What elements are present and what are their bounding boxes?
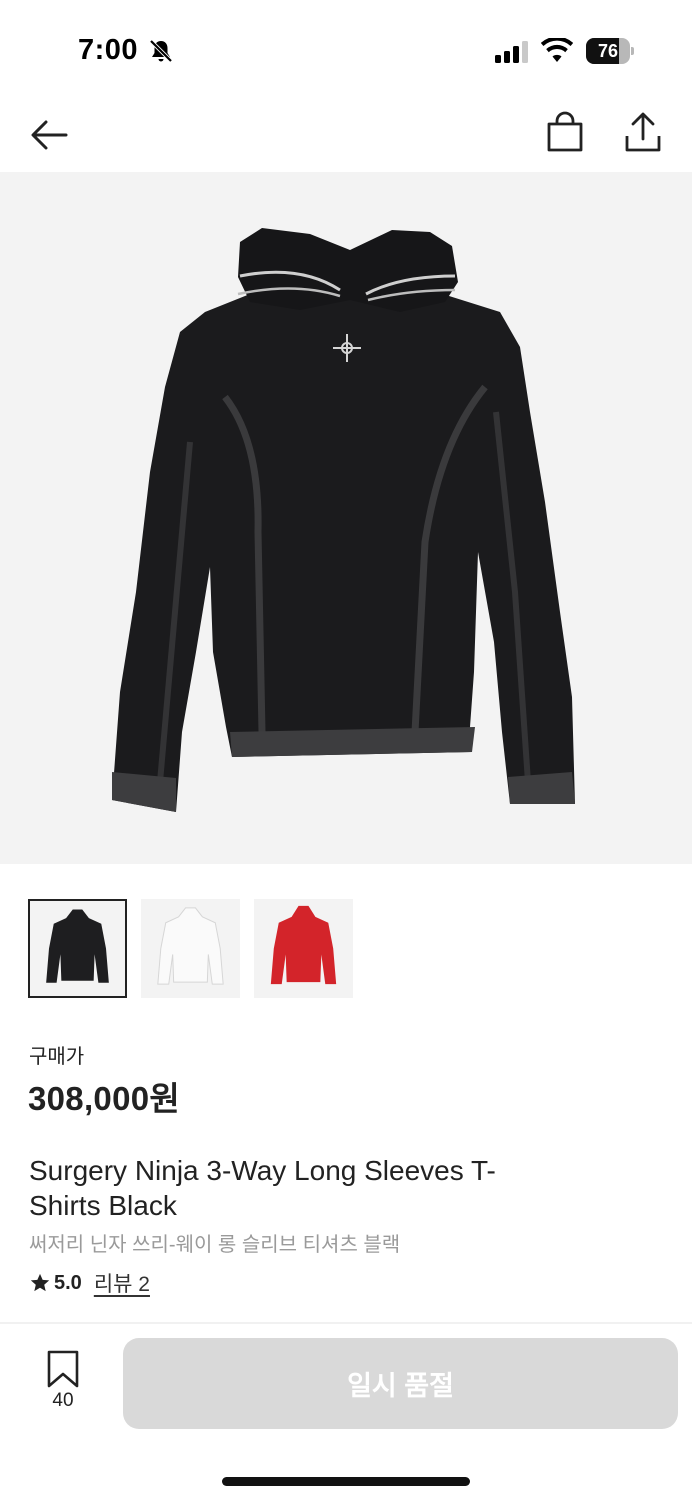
thumbnail-white[interactable] — [141, 899, 240, 998]
thumbnail-black[interactable] — [28, 899, 127, 998]
status-time: 7:00 — [78, 34, 139, 66]
review-link[interactable]: 리뷰 2 — [94, 1268, 150, 1298]
share-icon[interactable] — [622, 110, 664, 156]
product-title-en: Surgery Ninja 3-Way Long Sleeves T-Shirt… — [29, 1155, 496, 1221]
thumbnail-red[interactable] — [254, 899, 353, 998]
product-rating: 5.0 리뷰 2 — [29, 1268, 150, 1298]
sold-out-button[interactable]: 일시 품절 — [123, 1338, 678, 1429]
bell-slash-icon — [149, 39, 173, 63]
product-price: 308,000원 — [28, 1080, 181, 1117]
status-bar: 7:00 76 — [0, 0, 692, 100]
bookmark-count: 40 — [52, 1390, 74, 1411]
top-nav-bar — [0, 100, 692, 172]
star-icon — [30, 1273, 50, 1292]
battery-icon: 76 — [586, 38, 634, 64]
bookmark-icon — [47, 1350, 79, 1388]
battery-level: 76 — [597, 41, 619, 61]
hoodie-image — [112, 228, 575, 812]
bottom-divider — [0, 1322, 692, 1324]
price-label: 구매가 — [29, 1046, 85, 1068]
hoodie-thumbnail-icon — [157, 907, 224, 985]
product-title-ko: 써저리 닌자 쓰리-웨이 롱 슬리브 티셔츠 블랙 — [29, 1234, 401, 1256]
shopping-bag-icon[interactable] — [544, 110, 586, 156]
wifi-icon — [541, 38, 573, 62]
hoodie-thumbnail-icon — [46, 909, 109, 983]
bookmark-button[interactable]: 40 — [30, 1350, 96, 1416]
home-indicator — [222, 1477, 470, 1486]
hoodie-thumbnail-icon — [270, 905, 337, 985]
rating-value: 5.0 — [54, 1271, 82, 1294]
product-main-image[interactable] — [0, 172, 692, 864]
color-thumbnails — [28, 899, 353, 999]
back-arrow-icon[interactable] — [26, 112, 72, 158]
signal-icon — [495, 41, 528, 63]
